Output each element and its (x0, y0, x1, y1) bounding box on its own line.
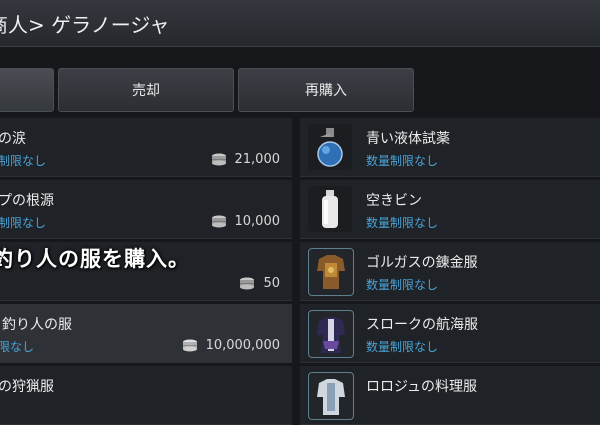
item-price: 10,000,000 (182, 338, 280, 353)
item-limit: 数量制限なし (366, 278, 439, 292)
tab-sell-label: 売却 (132, 83, 160, 99)
tab-rebuy[interactable]: 再購入 (238, 68, 414, 112)
item-price: 50 (239, 276, 280, 291)
alchemy-outfit-icon (308, 248, 354, 296)
shop-tabs: 売却 再購入 (0, 68, 600, 112)
silver-coin-icon (182, 339, 197, 351)
potion-icon (308, 124, 352, 170)
shop-title: 商人> ゲラノージャ (0, 13, 170, 37)
item-limit: 数量制限なし (366, 154, 439, 168)
silver-coin-icon (240, 277, 255, 289)
item-price: 10,000 (211, 214, 280, 229)
list-item[interactable]: ロロジュの料理服 (300, 366, 600, 425)
silver-coin-icon (211, 215, 226, 227)
cooking-outfit-icon (308, 372, 354, 420)
item-name: 青い液体試薬 (366, 131, 450, 147)
list-item[interactable]: 青い液体試薬 数量制限なし (300, 118, 600, 177)
list-item-selected[interactable]: 釣り人の服 限なし 10,000,000 (0, 304, 292, 363)
item-limit: 制限なし (0, 216, 47, 230)
item-name: 空きビン (366, 193, 422, 209)
list-item[interactable]: の狩猟服 (0, 366, 292, 425)
item-name: プの根源 (0, 193, 54, 209)
item-name: スロークの航海服 (366, 317, 478, 333)
item-limit: 制限なし (0, 154, 47, 168)
list-item[interactable]: 空きビン 数量制限なし (300, 180, 600, 239)
list-item[interactable]: ゴルガスの錬金服 数量制限なし (300, 242, 600, 301)
list-item[interactable]: プの根源 制限なし 10,000 (0, 180, 292, 239)
empty-bottle-icon (308, 186, 352, 232)
tab-rebuy-label: 再購入 (305, 83, 347, 99)
item-price: 21,000 (211, 152, 280, 167)
item-name: ゴルガスの錬金服 (366, 255, 478, 271)
item-limit: 限なし (0, 340, 35, 354)
list-item[interactable]: の涙 制限なし 21,000 (0, 118, 292, 177)
item-name: の涙 (0, 131, 26, 147)
shop-header: 商人> ゲラノージャ (0, 0, 600, 47)
silver-coin-icon (211, 153, 226, 165)
item-name: ロロジュの料理服 (366, 379, 478, 395)
column-divider (294, 118, 300, 400)
tab-buy[interactable] (0, 68, 54, 112)
item-name: の狩猟服 (0, 379, 54, 395)
purchase-caption: 釣り人の服を購入。 (0, 247, 190, 271)
list-item[interactable]: スロークの航海服 数量制限なし (300, 304, 600, 363)
item-limit: 数量制限なし (366, 216, 439, 230)
sailing-outfit-icon (308, 310, 354, 358)
item-limit: 数量制限なし (366, 340, 439, 354)
tab-sell[interactable]: 売却 (58, 68, 234, 112)
item-name: 釣り人の服 (2, 317, 72, 333)
